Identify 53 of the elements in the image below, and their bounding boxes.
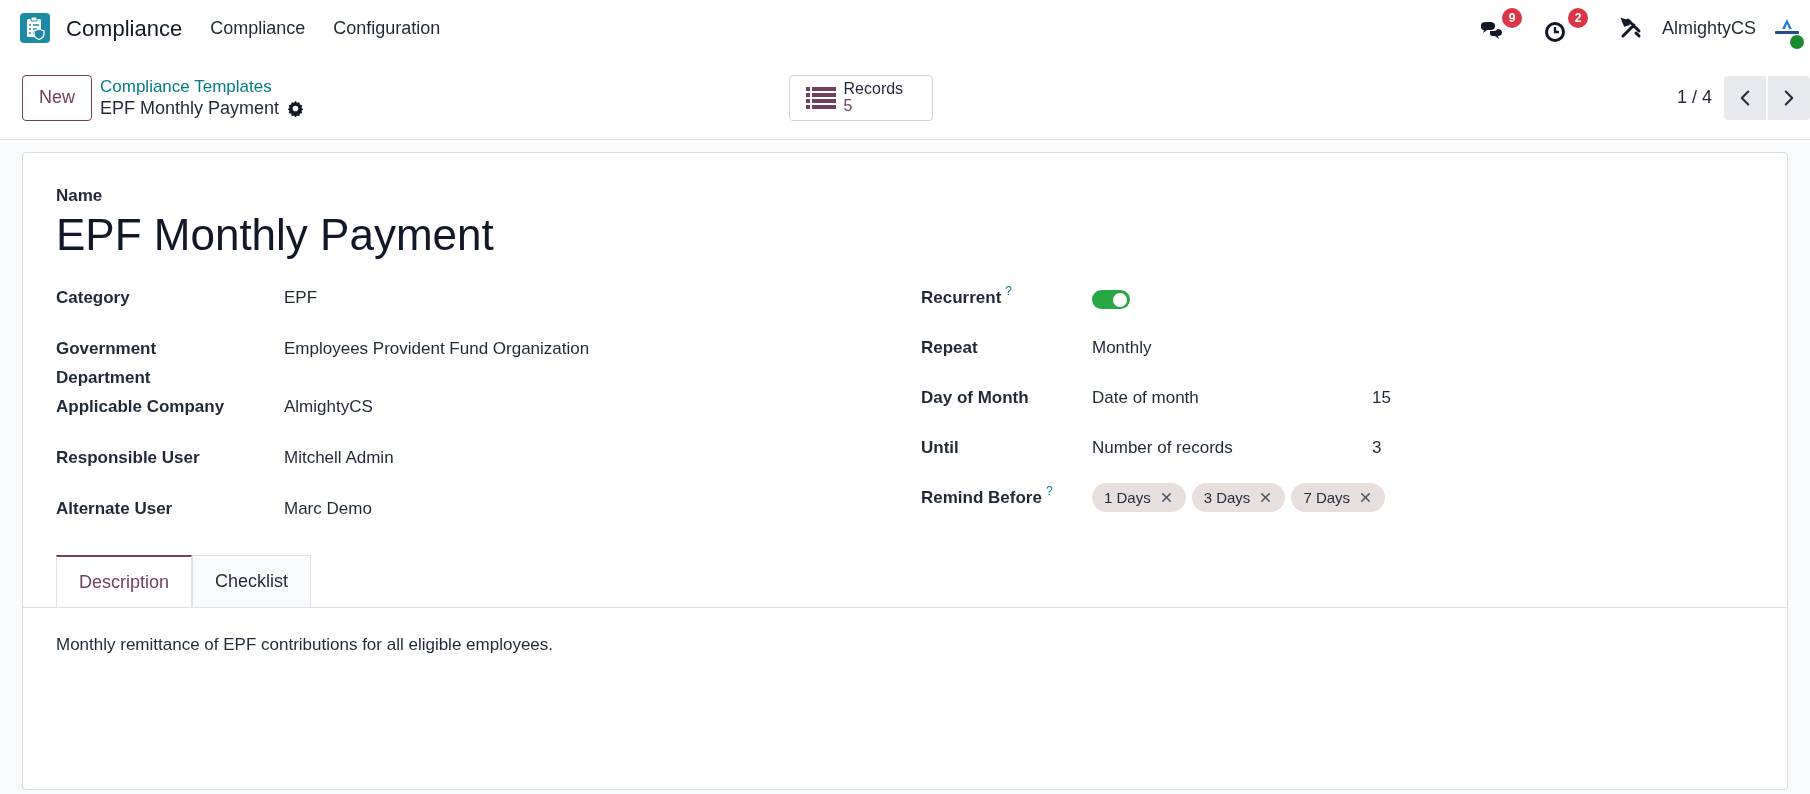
notification-badge: 2 (1567, 8, 1588, 28)
field-value[interactable]: 3 (1372, 433, 1382, 484)
description-text[interactable]: Monthly remittance of EPF contributions for all eligible employees. (56, 632, 1754, 658)
name-label: Name (56, 185, 104, 207)
app-name[interactable]: Compliance (66, 11, 183, 45)
gear-icon[interactable] (287, 99, 305, 117)
field-label: Until (921, 437, 959, 460)
previous-button[interactable] (1724, 75, 1766, 120)
field-label: Day of Month (921, 387, 1029, 410)
field-label: Category (56, 288, 130, 308)
record-title[interactable]: EPF Monthly Payment (56, 208, 1754, 262)
notification-badge: 9 (1501, 8, 1522, 28)
field-label: Government Department (56, 339, 157, 388)
breadcrumb-link[interactable]: Compliance Templates (100, 75, 305, 97)
menu-item[interactable]: Configuration (333, 14, 441, 42)
field-label: Applicable Company (56, 397, 225, 417)
field-value[interactable]: Number of records (1092, 433, 1372, 484)
messages-button[interactable]: 9 (1475, 8, 1522, 48)
tab[interactable]: Description (56, 555, 193, 608)
next-button[interactable] (1768, 75, 1810, 120)
records-label: Records (843, 80, 904, 98)
field-label: Recurrent (921, 287, 1002, 310)
field-value[interactable]: EPF (284, 283, 318, 335)
field-value[interactable]: Employees Provident Fund Organization (284, 334, 590, 393)
records-count: 5 (843, 97, 854, 115)
records-button[interactable]: Records 5 (788, 74, 933, 121)
tools-icon[interactable] (1619, 17, 1642, 39)
field-label: Alternate User (56, 499, 173, 519)
field-value[interactable]: Monthly (1092, 333, 1152, 384)
field-value[interactable]: AlmightyCS (284, 392, 373, 444)
field-value[interactable]: Marc Demo (284, 494, 372, 546)
field-value[interactable]: Mitchell Admin (284, 443, 394, 495)
tag[interactable]: 7 Days (1291, 483, 1386, 513)
field-label: Repeat (921, 337, 978, 360)
new-button[interactable]: New (22, 74, 92, 121)
menu-item[interactable]: Compliance (210, 14, 306, 42)
list-icon (805, 86, 836, 109)
activities-button[interactable]: 2 (1541, 8, 1588, 48)
company-name[interactable]: AlmightyCS (1661, 14, 1756, 42)
toggle-switch[interactable] (1092, 290, 1130, 310)
tag[interactable]: 3 Days (1191, 483, 1286, 513)
breadcrumb-current: EPF Monthly Payment (100, 96, 280, 120)
pager-value[interactable]: 1 / 4 (1676, 84, 1712, 111)
field-label: Responsible User (56, 448, 200, 468)
field-value[interactable]: 15 (1372, 383, 1391, 434)
help-tooltip[interactable]: ? (1045, 484, 1053, 499)
tab[interactable]: Checklist (192, 555, 312, 608)
field-value[interactable]: Date of month (1092, 383, 1372, 434)
clock-icon (1543, 21, 1566, 43)
tag[interactable]: 1 Days (1092, 483, 1186, 513)
app-logo-icon[interactable] (20, 13, 50, 43)
help-tooltip[interactable]: ? (1005, 284, 1012, 299)
field-label: Remind Before (921, 487, 1042, 510)
